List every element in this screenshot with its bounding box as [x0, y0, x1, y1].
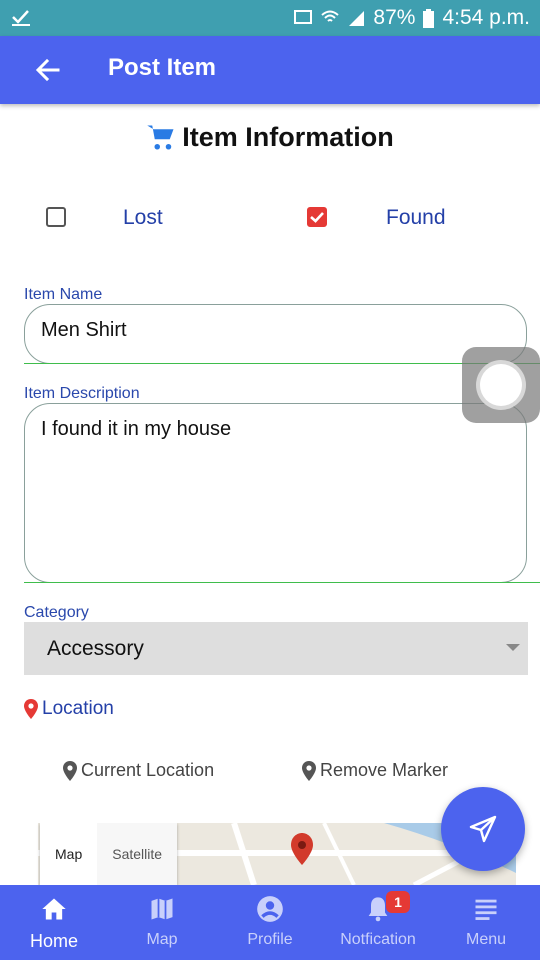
checkmark-icon	[310, 212, 324, 223]
item-description-input[interactable]: I found it in my house	[24, 403, 527, 583]
send-icon	[469, 815, 497, 843]
wifi-icon	[321, 10, 340, 22]
cast-icon	[294, 10, 313, 24]
shopping-cart-icon	[147, 125, 174, 149]
remove-marker-button[interactable]: Remove Marker	[302, 760, 448, 781]
nav-map[interactable]: Map	[108, 885, 216, 960]
menu-lines-icon	[475, 899, 497, 920]
battery-percent: 87%	[373, 6, 416, 29]
nav-profile[interactable]: Profile	[216, 885, 324, 960]
map-type-toggle: Map Satellite	[40, 823, 178, 885]
nav-notification-label: Notfication	[340, 931, 416, 948]
bottom-navigation: Home Map Profile Notfication 1 Menu	[0, 885, 540, 960]
location-heading: Location	[24, 698, 114, 720]
dropdown-arrow-icon	[506, 644, 520, 651]
map-tab-map[interactable]: Map	[40, 823, 97, 885]
item-name-label: Item Name	[24, 286, 103, 303]
map-pin-icon	[63, 760, 77, 781]
map-tab-satellite[interactable]: Satellite	[97, 823, 178, 885]
item-description-underline	[24, 582, 540, 583]
clock: 4:54 p.m.	[442, 6, 530, 29]
nav-notification[interactable]: Notfication 1	[324, 885, 432, 960]
account-circle-icon	[257, 896, 283, 922]
remove-marker-label: Remove Marker	[320, 760, 449, 780]
nav-map-label: Map	[146, 931, 178, 948]
category-select[interactable]: Accessory	[24, 622, 528, 675]
map-pin-icon	[302, 760, 316, 781]
nav-home-label: Home	[29, 931, 78, 951]
current-location-button[interactable]: Current Location	[63, 760, 214, 781]
status-bar: 87% 4:54 p.m.	[0, 0, 540, 36]
check-notification-icon	[12, 10, 30, 26]
nav-menu-label: Menu	[465, 931, 507, 948]
map-icon	[151, 898, 173, 920]
current-location-label: Current Location	[81, 760, 215, 780]
lost-checkbox[interactable]	[46, 207, 66, 227]
page-title: Post Item	[108, 54, 217, 81]
assistive-touch-ring	[480, 364, 522, 406]
lost-label[interactable]: Lost	[123, 206, 163, 230]
category-label: Category	[24, 604, 89, 621]
home-icon	[42, 898, 66, 920]
found-label[interactable]: Found	[386, 206, 446, 230]
category-selected: Accessory	[47, 636, 144, 660]
nav-home[interactable]: Home	[0, 885, 108, 960]
submit-post-button[interactable]	[441, 787, 525, 871]
nav-menu[interactable]: Menu	[432, 885, 540, 960]
assistive-touch-button[interactable]	[462, 347, 540, 423]
back-arrow-icon[interactable]	[34, 56, 62, 84]
signal-icon	[349, 11, 365, 26]
found-checkbox[interactable]	[307, 207, 327, 227]
nav-profile-label: Profile	[247, 931, 293, 948]
location-pin-icon	[24, 699, 38, 719]
section-title-text: Item Information	[182, 122, 394, 152]
battery-icon	[423, 8, 435, 28]
app-bar: Post Item	[0, 36, 540, 104]
location-heading-text: Location	[42, 698, 114, 719]
item-description-label: Item Description	[24, 385, 140, 402]
notification-badge: 1	[386, 891, 410, 913]
item-name-input[interactable]: Men Shirt	[24, 304, 527, 364]
section-title: Item Information	[0, 122, 540, 153]
